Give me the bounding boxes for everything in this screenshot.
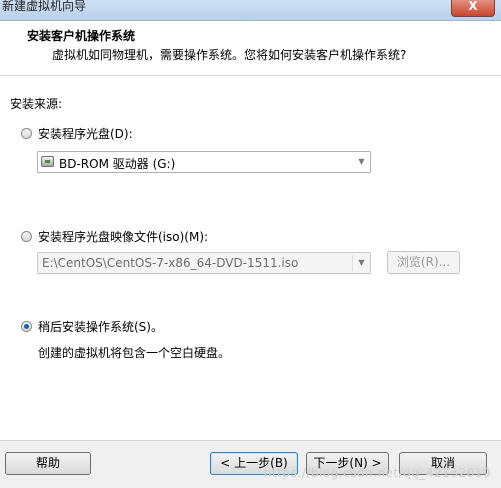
back-button[interactable]: < 上一步(B) — [210, 452, 298, 475]
next-button[interactable]: 下一步(N) > — [306, 452, 389, 475]
chevron-down-icon[interactable]: ▼ — [353, 253, 370, 273]
drive-select[interactable]: BD-ROM 驱动器 (G:) ▼ — [37, 151, 371, 173]
close-button[interactable]: X — [451, 0, 495, 17]
install-later-description: 创建的虚拟机将包含一个空白硬盘。 — [38, 346, 231, 360]
install-iso-label[interactable]: 安装程序光盘映像文件(iso)(M): — [38, 228, 208, 245]
window-title: 新建虚拟机向导 — [2, 0, 87, 13]
cancel-button[interactable]: 取消 — [399, 452, 487, 475]
page-subtitle: 虚拟机如同物理机，需要操作系统。您将如何安装客户机操作系统? — [52, 48, 407, 62]
iso-path-select[interactable]: E:\CentOS\CentOS-7-x86_64-DVD-1511.iso ▼ — [37, 252, 371, 274]
wizard-content: 安装来源: 安装程序光盘(D): BD-ROM 驱动器 (G:) ▼ 安装程序光… — [0, 76, 501, 440]
title-bar: 新建虚拟机向导 X — [0, 0, 501, 21]
install-disc-label[interactable]: 安装程序光盘(D): — [38, 125, 133, 142]
chevron-down-icon[interactable]: ▼ — [353, 152, 370, 172]
install-source-label: 安装来源: — [10, 97, 63, 111]
radio-install-iso[interactable] — [21, 231, 32, 242]
browse-button[interactable]: 浏览(R)... — [387, 251, 460, 274]
disc-drive-icon — [41, 156, 54, 167]
page-title: 安装客户机操作系统 — [27, 29, 136, 43]
radio-install-disc[interactable] — [21, 128, 32, 139]
drive-select-value: BD-ROM 驱动器 (G:) — [59, 157, 176, 171]
radio-install-later[interactable] — [21, 321, 32, 332]
help-button[interactable]: 帮助 — [5, 452, 91, 475]
wizard-header: 安装客户机操作系统 虚拟机如同物理机，需要操作系统。您将如何安装客户机操作系统? — [0, 21, 501, 76]
iso-path-value: E:\CentOS\CentOS-7-x86_64-DVD-1511.iso — [42, 256, 299, 270]
footer-divider — [0, 440, 501, 441]
install-later-label[interactable]: 稍后安装操作系统(S)。 — [38, 318, 163, 335]
